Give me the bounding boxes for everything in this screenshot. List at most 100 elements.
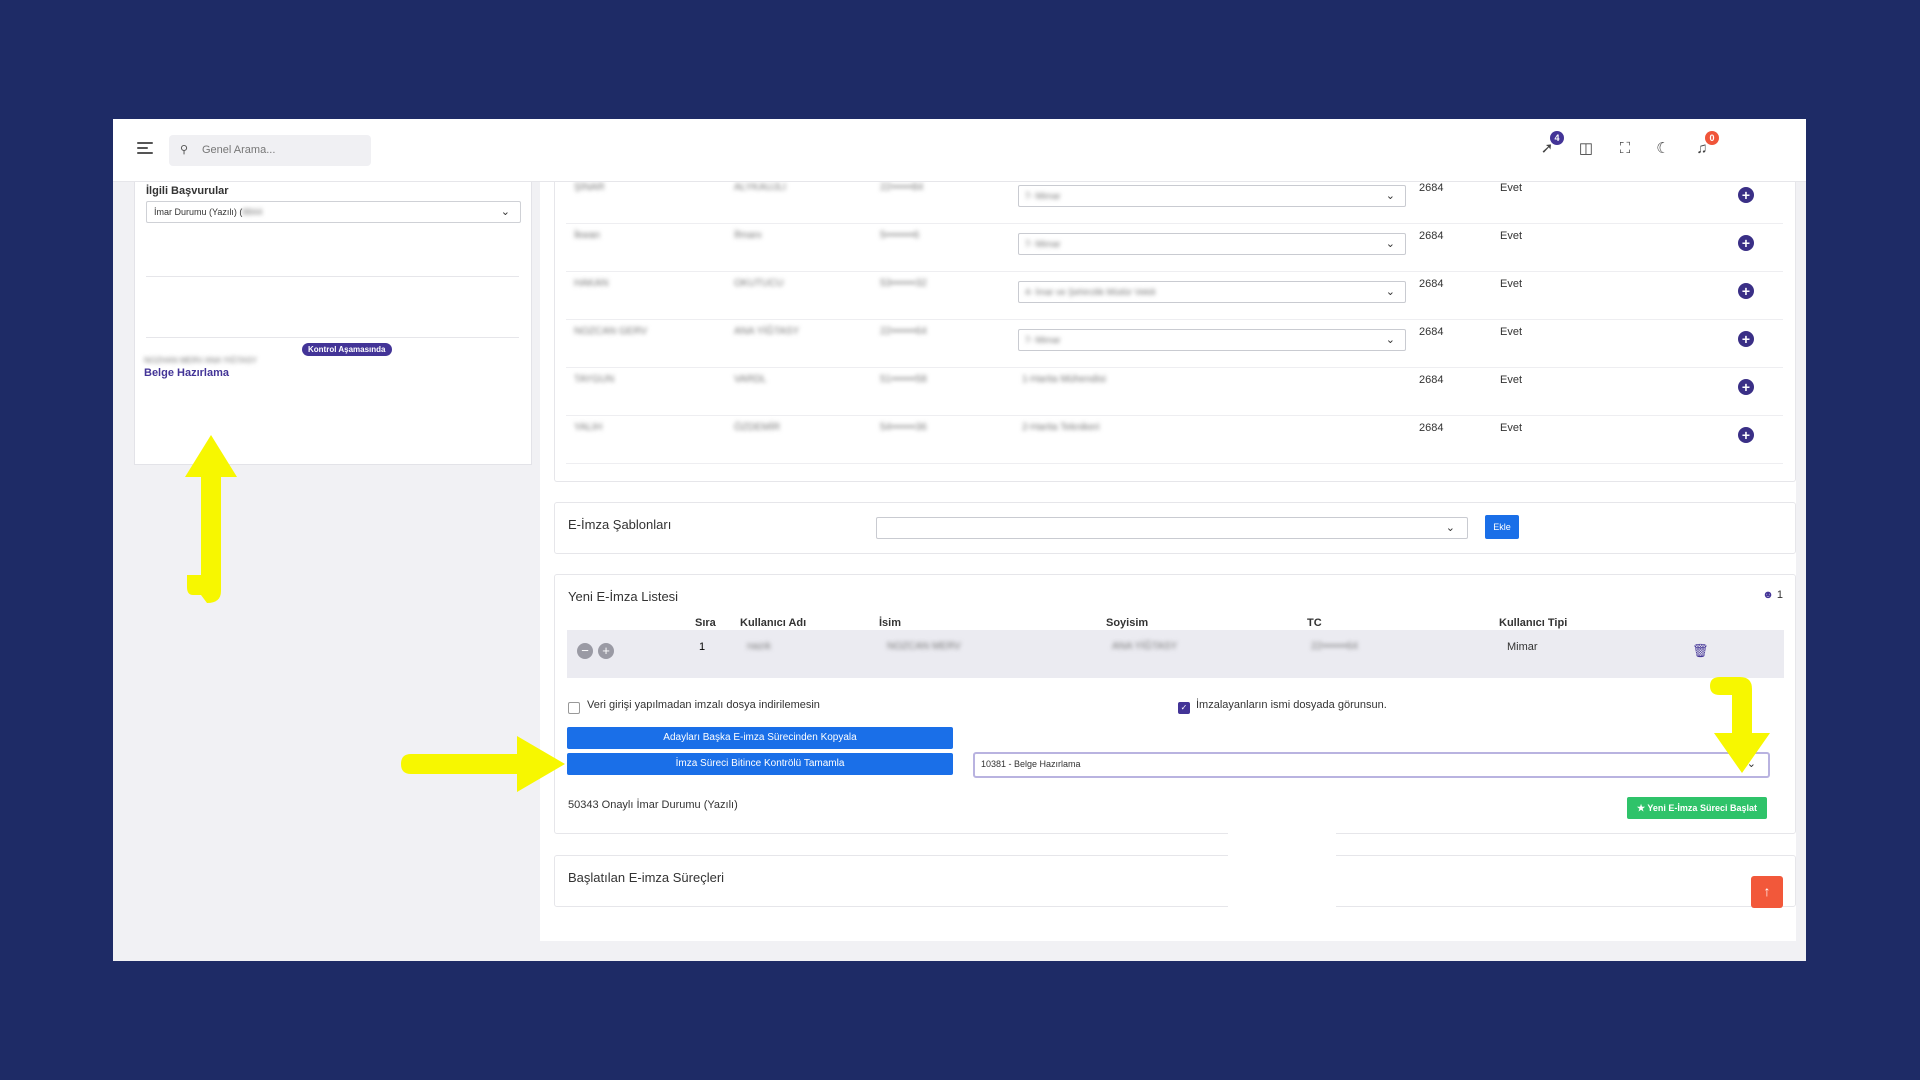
user-active: Evet <box>1500 182 1523 194</box>
remove-row-icon[interactable]: − <box>577 643 593 659</box>
users-table-card: ŞİNAR ALYKAUJLI 22••••••84 7- Mimar ⌄ 2684 Eve… <box>554 175 1796 482</box>
annotation-arrow-down <box>1710 677 1770 773</box>
moon-icon[interactable]: ☾ <box>1654 140 1672 158</box>
user-type-value: 7- Mimar <box>1025 335 1061 345</box>
chevron-down-icon: ⌄ <box>500 206 510 218</box>
add-user-icon[interactable]: + <box>1738 283 1754 299</box>
table-row: NOZCAN GERV ANA YİĞTASY 22•••••••64 7- Mima… <box>566 319 1783 368</box>
user-surname: İfmanı <box>734 230 762 241</box>
user-tc: 5••••••••6 <box>880 230 920 241</box>
user-code: 2684 <box>1419 422 1444 434</box>
user-type: 1-Harita Mühendisi <box>1022 374 1106 385</box>
user-name: HAKAN <box>574 278 609 289</box>
user-tc: 53•••••••32 <box>880 278 927 289</box>
user-type-select[interactable]: 4- İmar ve Şehircilik Müdür Vekili ⌄ <box>1018 281 1406 303</box>
user-type-select[interactable]: 7- Mimar ⌄ <box>1018 185 1406 207</box>
add-user-icon[interactable]: + <box>1738 187 1754 203</box>
user-name: İkwan <box>574 230 601 241</box>
related-application-select[interactable]: İmar Durumu (Yazılı) (8844 ⌄ <box>146 201 521 223</box>
table-row: TAYGUN VARDL 51•••••••58 1-Harita Mühendisi… <box>566 367 1783 416</box>
rocket-badge: 4 <box>1550 131 1564 145</box>
user-active: Evet <box>1500 374 1523 386</box>
download-restriction-label: Veri girişi yapılmadan imzalı dosya indi… <box>587 699 820 711</box>
user-tc: 54•••••••36 <box>880 422 927 433</box>
row-surname: ANA YİĞTASY <box>1112 641 1178 652</box>
process-select-value: 10381 - Belge Hazırlama <box>981 759 1081 769</box>
bell-badge: 0 <box>1705 131 1719 145</box>
user-type-select[interactable]: 7- Mimar ⌄ <box>1018 329 1406 351</box>
user-surname: ANA YİĞTASY <box>734 326 800 337</box>
user-active: Evet <box>1500 230 1523 242</box>
add-user-icon[interactable]: + <box>1738 235 1754 251</box>
table-row: İkwan İfmanı 5••••••••6 7- Mimar ⌄ 2684 Evet + <box>566 223 1783 272</box>
col-name: İsim <box>879 617 902 629</box>
template-select[interactable]: ⌄ <box>876 517 1468 539</box>
col-surname: Soyisim <box>1106 617 1149 629</box>
menu-toggle-icon[interactable] <box>137 142 153 156</box>
table-row: − + 1 nazık NOZCAN MERV ANA YİĞTASY 22••… <box>567 630 1784 678</box>
add-template-button[interactable]: Ekle <box>1485 515 1519 539</box>
trash-icon[interactable]: 🗑 <box>1692 643 1709 659</box>
user-type: 2-Harita Teknikeri <box>1022 422 1100 433</box>
search-placeholder: Genel Arama... <box>202 144 276 156</box>
complete-control-button[interactable]: İmza Süreci Bitince Kontrölü Tamamla <box>567 753 953 775</box>
chevron-down-icon: ⌄ <box>1385 334 1395 346</box>
add-user-icon[interactable]: + <box>1738 331 1754 347</box>
started-processes-title: Başlatılan E-imza Süreçleri <box>568 870 725 885</box>
user-name: YALIH <box>574 422 603 433</box>
table-row: HAKAN OKUTUCU 53•••••••32 4- İmar ve Şehirc… <box>566 271 1783 320</box>
user-code: 2684 <box>1419 182 1444 194</box>
chevron-down-icon: ⌄ <box>1385 286 1395 298</box>
divider <box>146 337 519 338</box>
start-signature-button[interactable]: ★ Yeni E-İmza Süreci Başlat <box>1627 797 1767 819</box>
new-signature-list-card: Yeni E-İmza Listesi ☻ 1 Sıra Kullanıcı A… <box>554 574 1796 834</box>
add-user-icon[interactable]: + <box>1738 379 1754 395</box>
user-surname: ALYKAUJLI <box>734 182 787 193</box>
chevron-down-icon: ⌄ <box>1385 190 1395 202</box>
user-name: TAYGUN <box>574 374 615 385</box>
annotation-arrow-up <box>185 435 237 603</box>
search-input[interactable]: ⚲ Genel Arama... <box>169 135 371 166</box>
user-surname: VARDL <box>734 374 767 385</box>
scroll-to-top-button[interactable]: ↑ <box>1751 876 1783 908</box>
download-restriction-checkbox[interactable] <box>568 702 580 714</box>
user-tc: 51•••••••58 <box>880 374 927 385</box>
user-type-select[interactable]: 7- Mimar ⌄ <box>1018 233 1406 255</box>
fullscreen-icon[interactable]: ⛶ <box>1616 140 1634 158</box>
user-name: NOZCAN GERV <box>574 326 648 337</box>
app-window: ⚲ Genel Arama... ➚ 4 ◫ ⛶ ☾ ♫ 0 İlgili Ba… <box>113 119 1806 961</box>
user-surname: OKUTUCU <box>734 278 784 289</box>
show-signer-names-label: İmzalayanların ismi dosyada görunsun. <box>1196 699 1387 711</box>
sidebar-icon[interactable]: ◫ <box>1577 140 1595 158</box>
user-active: Evet <box>1500 278 1523 290</box>
top-bar: ⚲ Genel Arama... ➚ 4 ◫ ⛶ ☾ ♫ 0 <box>113 119 1806 182</box>
chevron-down-icon: ⌄ <box>1385 238 1395 250</box>
show-signer-names-checkbox[interactable]: ✓ <box>1178 702 1190 714</box>
rocket-icon[interactable]: ➚ 4 <box>1538 131 1564 158</box>
application-owner: NOZHAN MERV ANA YIĞTASY <box>144 356 257 365</box>
document-preparation-link[interactable]: Belge Hazırlama <box>144 367 229 379</box>
row-order: 1 <box>699 641 706 653</box>
add-user-icon[interactable]: + <box>1738 427 1754 443</box>
user-name: ŞİNAR <box>574 182 605 193</box>
copy-candidates-button[interactable]: Adayları Başka E-imza Sürecinden Kopyala <box>567 727 953 749</box>
related-applications-title: İlgili Başvurular <box>146 185 229 197</box>
signer-count: ☻ 1 <box>1762 589 1783 601</box>
process-select[interactable]: 10381 - Belge Hazırlama ⌄ <box>973 752 1770 778</box>
row-name: NOZCAN MERV <box>887 641 961 652</box>
row-user-type: Mimar <box>1507 641 1538 653</box>
templates-card: E-İmza Şablonları ⌄ Ekle <box>554 502 1796 554</box>
templates-title: E-İmza Şablonları <box>568 517 672 532</box>
user-tc: 22•••••••64 <box>880 326 927 337</box>
user-code: 2684 <box>1419 278 1444 290</box>
row-username: nazık <box>747 641 771 652</box>
col-order: Sıra <box>695 617 716 629</box>
bell-icon[interactable]: ♫ 0 <box>1693 131 1719 158</box>
add-row-icon[interactable]: + <box>598 643 614 659</box>
col-user-type: Kullanıcı Tipi <box>1499 617 1568 629</box>
user-type-value: 7- Mimar <box>1025 239 1061 249</box>
table-row: ŞİNAR ALYKAUJLI 22••••••84 7- Mimar ⌄ 2684 Eve… <box>566 175 1783 224</box>
main-content: ŞİNAR ALYKAUJLI 22••••••84 7- Mimar ⌄ 2684 Eve… <box>540 175 1796 941</box>
new-list-title: Yeni E-İmza Listesi <box>568 589 679 604</box>
started-processes-card: Başlatılan E-imza Süreçleri <box>554 855 1796 907</box>
